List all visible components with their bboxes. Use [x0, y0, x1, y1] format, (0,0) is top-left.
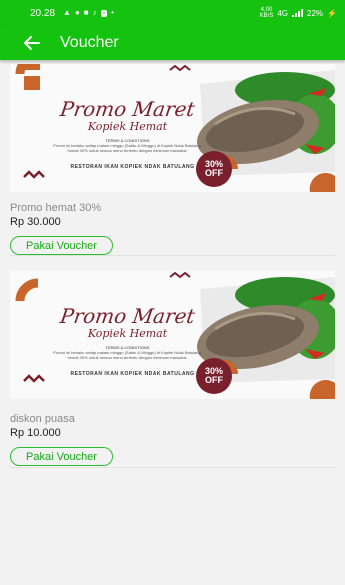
voucher-name: Promo hemat 30%: [10, 202, 102, 214]
discount-badge: 30% OFF: [196, 151, 232, 187]
banner-title: Promo Maret: [58, 97, 197, 121]
discount-off: OFF: [205, 375, 223, 385]
banner-restaurant: RESTORAN IKAN KOPIEK NDAK BATULANG: [70, 164, 195, 170]
banner-terms: Promo ini berlaku setiap malam minggu (S…: [53, 143, 202, 153]
status-bar: 20.28 ▲ ● ■ ♪ ▫ • 4,00 KB/S 4G 22% ⚡: [0, 0, 345, 26]
chat-icon: ●: [74, 8, 80, 17]
voucher-price: Rp 30.000: [10, 216, 61, 228]
battery-level: 22%: [307, 8, 324, 18]
banner-title: Promo Maret: [58, 304, 197, 328]
banner-terms: Promo ini berlaku setiap malam minggu (S…: [53, 350, 202, 360]
network-type: 4G: [277, 8, 289, 18]
app-bar: Voucher: [0, 26, 345, 60]
message-badge-icon: ▫: [100, 9, 108, 17]
charging-icon: ⚡: [327, 8, 337, 18]
use-voucher-button[interactable]: Pakai Voucher: [10, 236, 113, 255]
notification-icon: ▲: [63, 8, 71, 17]
use-voucher-button[interactable]: Pakai Voucher: [10, 447, 113, 466]
dot-icon: •: [111, 8, 114, 17]
status-time: 20.28: [30, 7, 56, 19]
back-button[interactable]: [12, 26, 52, 60]
game-icon: ■: [83, 8, 89, 17]
voucher-price: Rp 10.000: [10, 427, 61, 439]
arrow-left-icon: [24, 36, 40, 50]
banner-subtitle: Kopiek Hemat: [87, 120, 168, 133]
voucher-name: diskon puasa: [10, 413, 75, 425]
voucher-banner-image: Promo Maret Kopiek Hemat TERMS & CONDITI…: [10, 64, 335, 192]
page-title: Voucher: [60, 34, 119, 51]
network-speed-unit: KB/S: [259, 13, 274, 19]
voucher-card: Promo Maret Kopiek Hemat TERMS & CONDITI…: [10, 64, 335, 256]
banner-restaurant: RESTORAN IKAN KOPIEK NDAK BATULANG: [70, 371, 195, 377]
voucher-card: Promo Maret Kopiek Hemat TERMS & CONDITI…: [10, 271, 335, 468]
network-speed: 4,00 KB/S: [260, 7, 274, 19]
banner-subtitle: Kopiek Hemat: [87, 327, 168, 340]
discount-off: OFF: [205, 168, 223, 178]
voucher-banner-image: Promo Maret Kopiek Hemat TERMS & CONDITI…: [10, 271, 335, 399]
tiktok-icon: ♪: [92, 8, 97, 17]
signal-icon: [292, 9, 304, 17]
discount-badge: 30% OFF: [196, 358, 232, 394]
